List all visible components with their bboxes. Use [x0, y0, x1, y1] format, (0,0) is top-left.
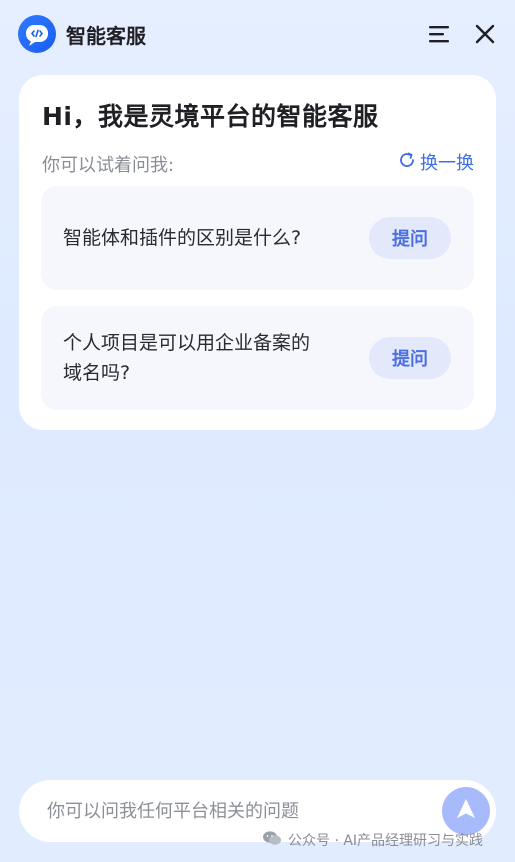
header: 智能客服 — [0, 0, 515, 68]
refresh-label: 换一换 — [420, 153, 474, 174]
watermark-text: 公众号 · AI产品经理研习与实践 — [288, 833, 484, 849]
send-button[interactable] — [442, 787, 490, 835]
suggestion-question: 智能体和插件的区别是什么? — [63, 227, 302, 249]
ask-button[interactable]: 提问 — [369, 217, 451, 259]
app-title: 智能客服 — [66, 23, 146, 48]
welcome-card: Hi，我是灵境平台的智能客服 你可以试着问我: 换一换 智能体和插件的区别是什么… — [19, 75, 496, 430]
watermark: 公众号 · AI产品经理研习与实践 — [262, 830, 483, 850]
greeting-title: Hi，我是灵境平台的智能客服 — [42, 102, 379, 131]
wechat-icon — [262, 830, 282, 850]
suggestion-item[interactable]: 智能体和插件的区别是什么? 提问 — [41, 186, 474, 290]
suggestion-question: 个人项目是可以用企业备案的 域名吗? — [63, 328, 310, 388]
suggestion-item[interactable]: 个人项目是可以用企业备案的 域名吗? 提问 — [41, 306, 474, 410]
code-chat-icon — [18, 15, 56, 53]
suggestion-question-line: 个人项目是可以用企业备案的 — [63, 332, 311, 354]
ask-button[interactable]: 提问 — [369, 337, 451, 379]
menu-lines-icon[interactable] — [427, 22, 451, 46]
refresh-button[interactable]: 换一换 — [398, 149, 474, 175]
refresh-icon — [398, 151, 416, 174]
suggestion-question-line: 域名吗? — [63, 362, 131, 384]
chat-input[interactable] — [47, 794, 427, 828]
send-arrow-icon — [454, 797, 478, 825]
suggestion-subtitle: 你可以试着问我: — [42, 155, 175, 176]
close-icon[interactable] — [473, 22, 497, 46]
